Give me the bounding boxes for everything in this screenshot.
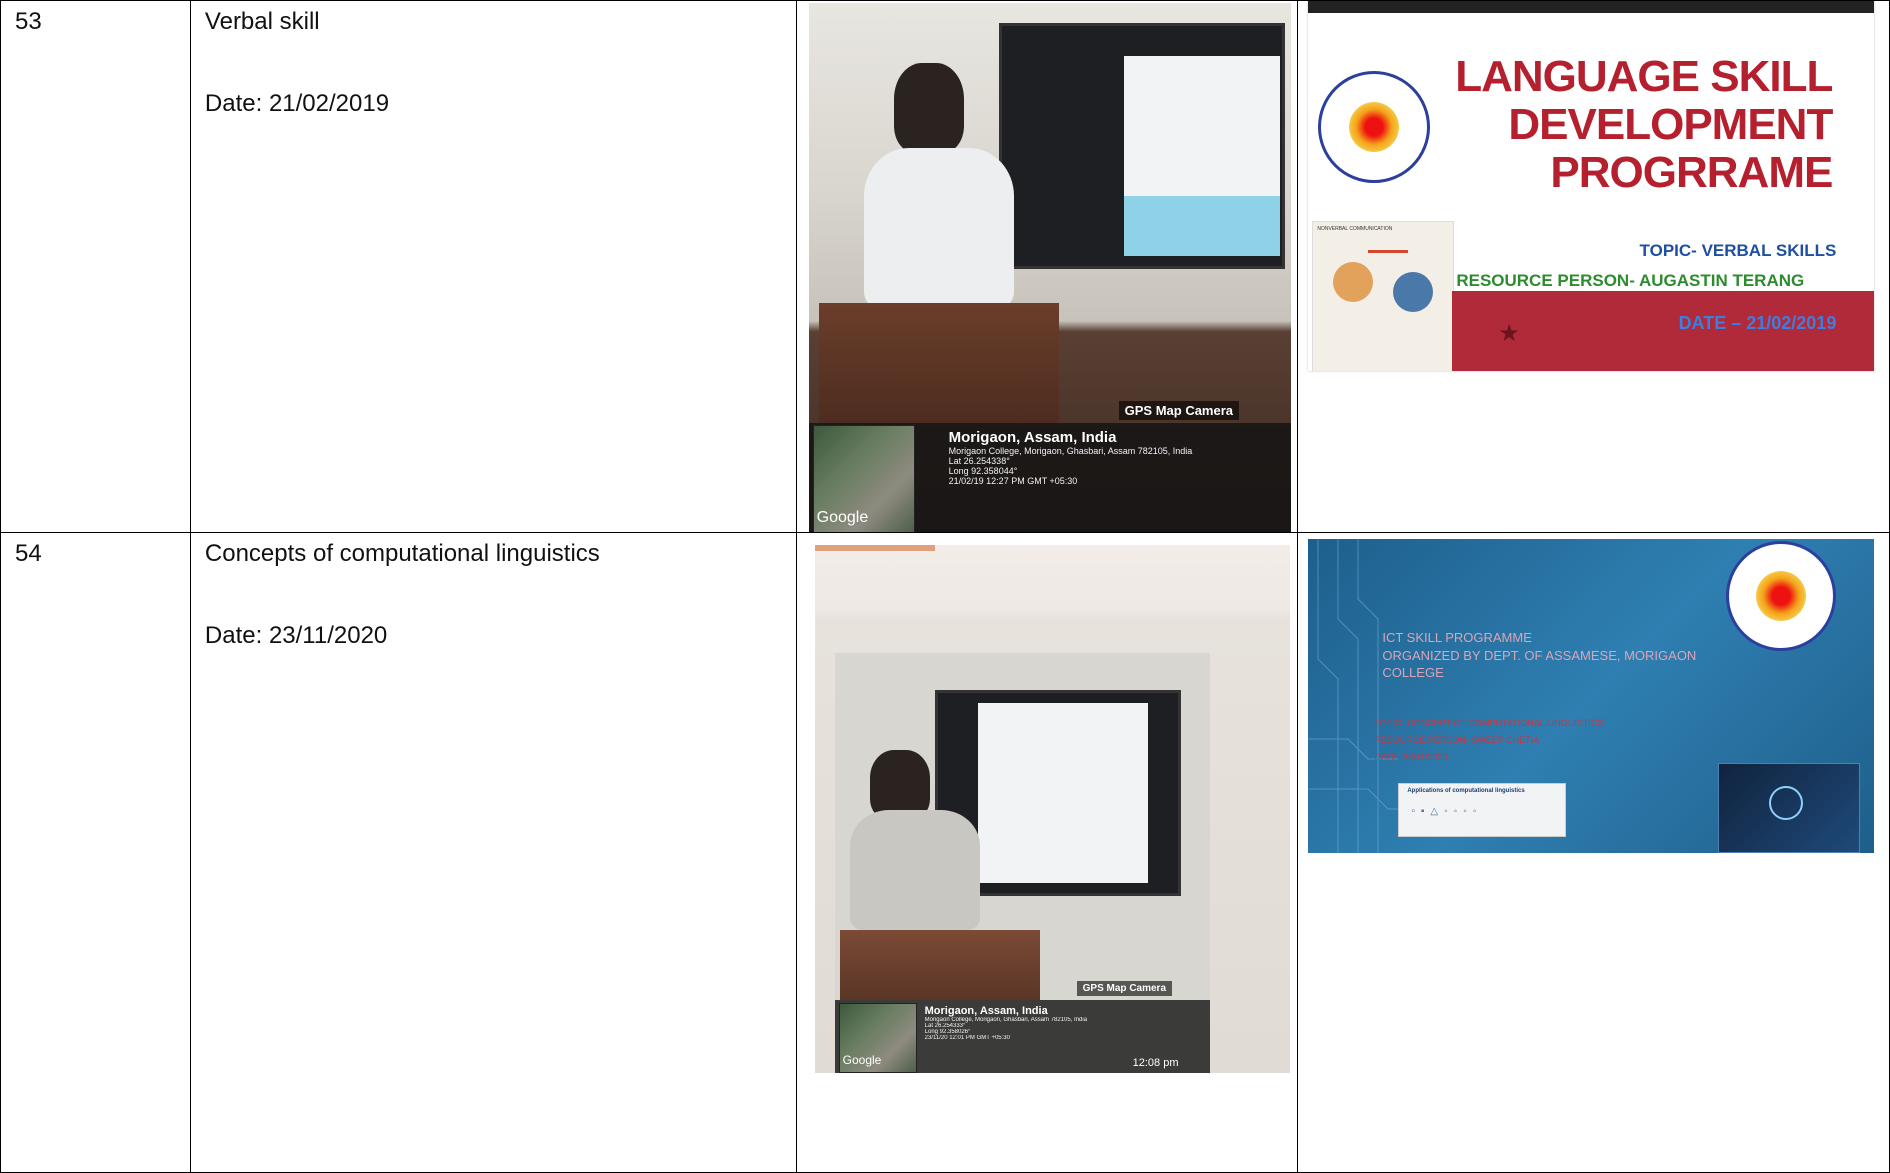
slide-cell: LANGUAGE SKILL DEVELOPMENT PROGRRAME TOP… — [1297, 0, 1890, 533]
gps-address: Morigaon College, Morigaon, Ghasbari, As… — [948, 446, 1193, 456]
slide-date: DATE – 21/02/2019 — [1678, 313, 1837, 333]
google-label: Google — [842, 1053, 882, 1067]
serial-number: 54 — [15, 540, 42, 567]
star-icon: ★ — [1498, 320, 1520, 347]
inset-slide: Applications of computational linguistic… — [1398, 783, 1567, 837]
table-row: 54 Concepts of computational linguistics… — [0, 532, 1890, 1173]
slide-title-line: LANGUAGE SKILL — [1455, 52, 1833, 101]
gps-timestamp: 23/11/20 12:01 PM GMT +05:30 — [924, 1035, 1010, 1041]
slide-title-line: PROGRRAME — [1550, 148, 1833, 197]
presenter-shirt — [849, 810, 980, 930]
gps-timestamp: 21/02/19 12:27 PM GMT +05:30 — [948, 476, 1078, 486]
inset-icons: ▫▪△◦◦◦◦ — [1411, 806, 1483, 817]
activity-date: Date: 23/11/2020 — [204, 622, 388, 649]
photo-time: 12:08 pm — [1132, 1057, 1179, 1069]
slide-cell: ICT SKILL PROGRAMME ORGANIZED BY DEPT. O… — [1297, 532, 1890, 1173]
slide-title: LANGUAGE SKILL DEVELOPMENT PROGRRAME — [1455, 52, 1833, 197]
gps-overlay: Morigaon, Assam, India Morigaon College,… — [925, 1005, 1205, 1041]
serial-cell: 54 — [0, 532, 191, 1173]
document-page: 53 Verbal skill Date: 21/02/2019 Google … — [0, 0, 1890, 1173]
slide-details: TOPIC- CONCEPT OF COMPUTATIONAL LINGUIST… — [1374, 715, 1603, 766]
activity-title: Verbal skill — [204, 8, 320, 35]
slide-resource: RESOURCE PERSON- AUGASTIN TERANG — [1456, 271, 1805, 290]
slide-resource: RESOURCE PERSON- SWEEP CHETIA — [1374, 735, 1540, 746]
slide-title-line: DEVELOPMENT — [1508, 100, 1833, 149]
gps-place: Morigaon, Assam, India — [948, 429, 1117, 446]
description-cell: Verbal skill Date: 21/02/2019 — [189, 0, 797, 533]
gps-long: Long 92.358044° — [948, 466, 1018, 476]
college-seal-icon — [1726, 541, 1837, 651]
description-cell: Concepts of computational linguistics Da… — [189, 532, 797, 1173]
event-photo: Google GPS Map Camera Morigaon, Assam, I… — [814, 545, 1290, 1073]
event-photo: Google GPS Map Camera Morigaon, Assam, I… — [808, 3, 1291, 532]
inset-title: Applications of computational linguistic… — [1407, 788, 1525, 794]
serial-cell: 53 — [0, 0, 191, 533]
serial-number: 53 — [15, 8, 42, 35]
slide-topic: TOPIC- VERBAL SKILLS — [1639, 241, 1837, 260]
gps-badge: GPS Map Camera — [1076, 981, 1173, 996]
communication-illustration: NONVERBAL COMMUNICATION — [1312, 221, 1455, 371]
podium — [839, 930, 1040, 1000]
slide-date: DATE- 23/11/2020 — [1374, 752, 1448, 763]
activity-title: Concepts of computational linguistics — [204, 540, 600, 567]
slide-heading-line: COLLEGE — [1382, 665, 1444, 681]
photo-cell: Google GPS Map Camera Morigaon, Assam, I… — [795, 0, 1299, 533]
slide-image: LANGUAGE SKILL DEVELOPMENT PROGRRAME TOP… — [1308, 1, 1875, 371]
projector-screen — [998, 23, 1285, 269]
college-seal-icon — [1318, 71, 1431, 183]
table-row: 53 Verbal skill Date: 21/02/2019 Google … — [0, 0, 1890, 533]
gps-overlay: Morigaon, Assam, India Morigaon College,… — [949, 429, 1285, 486]
presenter-head — [893, 63, 964, 153]
gps-badge: GPS Map Camera — [1118, 401, 1240, 420]
slide-heading-line: ICT SKILL PROGRAMME — [1382, 630, 1532, 645]
activity-table: 53 Verbal skill Date: 21/02/2019 Google … — [0, 0, 1890, 1173]
gps-place: Morigaon, Assam, India — [924, 1005, 1048, 1017]
photo-cell: Google GPS Map Camera Morigaon, Assam, I… — [795, 532, 1299, 1173]
google-label: Google — [816, 509, 869, 526]
activity-date: Date: 21/02/2019 — [204, 90, 390, 117]
slide-heading-line: ORGANIZED BY DEPT. OF ASSAMESE, MORIGAON — [1382, 647, 1697, 663]
gps-lat: Lat 26.254338° — [948, 456, 1010, 466]
slide-heading: ICT SKILL PROGRAMME ORGANIZED BY DEPT. O… — [1382, 629, 1696, 682]
podium — [818, 303, 1059, 423]
presenter-shirt — [863, 148, 1014, 308]
illustration-caption: NONVERBAL COMMUNICATION — [1317, 226, 1393, 232]
slide-image: ICT SKILL PROGRAMME ORGANIZED BY DEPT. O… — [1308, 539, 1875, 853]
nlp-image — [1718, 763, 1861, 853]
slide-topic: TOPIC- CONCEPT OF COMPUTATIONAL LINGUIST… — [1374, 718, 1604, 728]
